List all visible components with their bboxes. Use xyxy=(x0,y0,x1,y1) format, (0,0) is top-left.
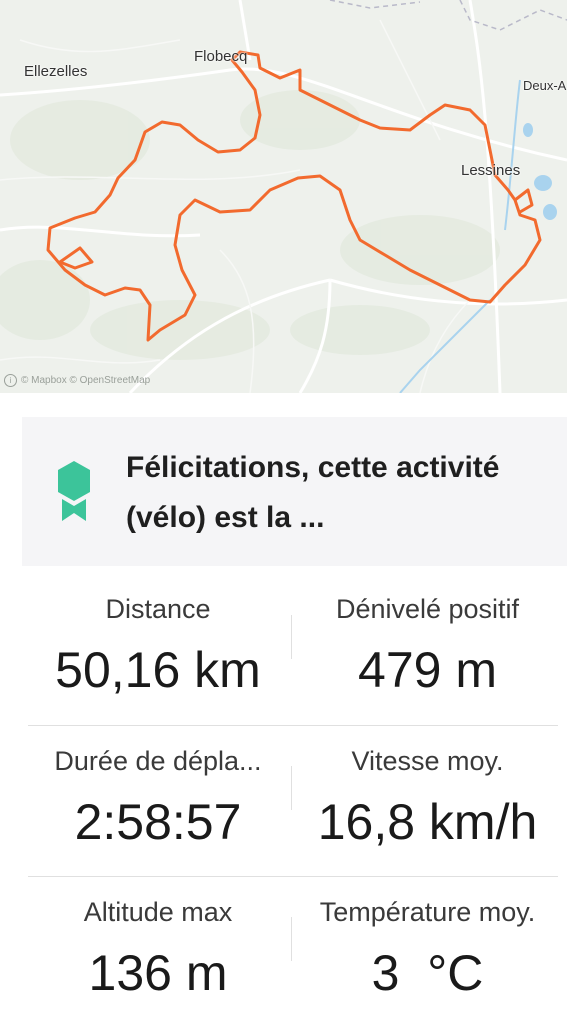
map-label-lessines: Lessines xyxy=(461,162,521,179)
map-attribution-text: © Mapbox © OpenStreetMap xyxy=(21,375,151,386)
map-label-deux-acren: Deux-A xyxy=(523,78,567,93)
map-label-flobecq: Flobecq xyxy=(194,48,248,65)
stat-label: Altitude max xyxy=(83,897,233,927)
stat-value: 2:58:57 xyxy=(74,794,242,850)
stat-value: 136 m xyxy=(88,945,228,1001)
stat-value: 16,8 km/h xyxy=(317,794,538,850)
route-map[interactable]: Ellezelles Flobecq Deux-A Lessines i © M… xyxy=(0,0,567,393)
stat-moving-time: Durée de dépla... 2:58:57 xyxy=(18,746,298,851)
achievement-banner[interactable]: Félicitations, cette activité (vélo) est… xyxy=(22,417,567,566)
stat-label: Distance xyxy=(105,594,211,624)
divider xyxy=(291,917,292,961)
map-attribution[interactable]: i © Mapbox © OpenStreetMap xyxy=(4,374,150,387)
divider xyxy=(291,766,292,810)
achievement-text: Félicitations, cette activité (vélo) est… xyxy=(126,451,500,534)
stat-value: 50,16 km xyxy=(55,642,261,698)
divider xyxy=(28,876,558,877)
stat-label: Vitesse moy. xyxy=(351,746,504,776)
stat-label: Dénivelé positif xyxy=(335,594,520,624)
stat-label: Durée de dépla... xyxy=(54,746,262,776)
stat-label: Température moy. xyxy=(319,897,536,927)
ribbon-medal-icon xyxy=(58,461,90,521)
stat-value: 479 m xyxy=(358,642,497,698)
activity-detail-screen: Ellezelles Flobecq Deux-A Lessines i © M… xyxy=(0,0,567,1025)
stat-value: 3 °C xyxy=(371,945,484,1001)
stat-max-altitude: Altitude max 136 m xyxy=(28,897,288,1002)
stat-average-temperature: Température moy. 3 °C xyxy=(295,897,560,1002)
divider xyxy=(291,615,292,659)
info-icon[interactable]: i xyxy=(4,374,17,387)
stat-average-speed: Vitesse moy. 16,8 km/h xyxy=(295,746,560,851)
map-label-ellezelles: Ellezelles xyxy=(24,63,88,80)
map-canvas xyxy=(0,0,567,393)
divider xyxy=(28,725,558,726)
stat-distance: Distance 50,16 km xyxy=(28,594,288,699)
stat-elevation-gain: Dénivelé positif 479 m xyxy=(295,594,560,699)
